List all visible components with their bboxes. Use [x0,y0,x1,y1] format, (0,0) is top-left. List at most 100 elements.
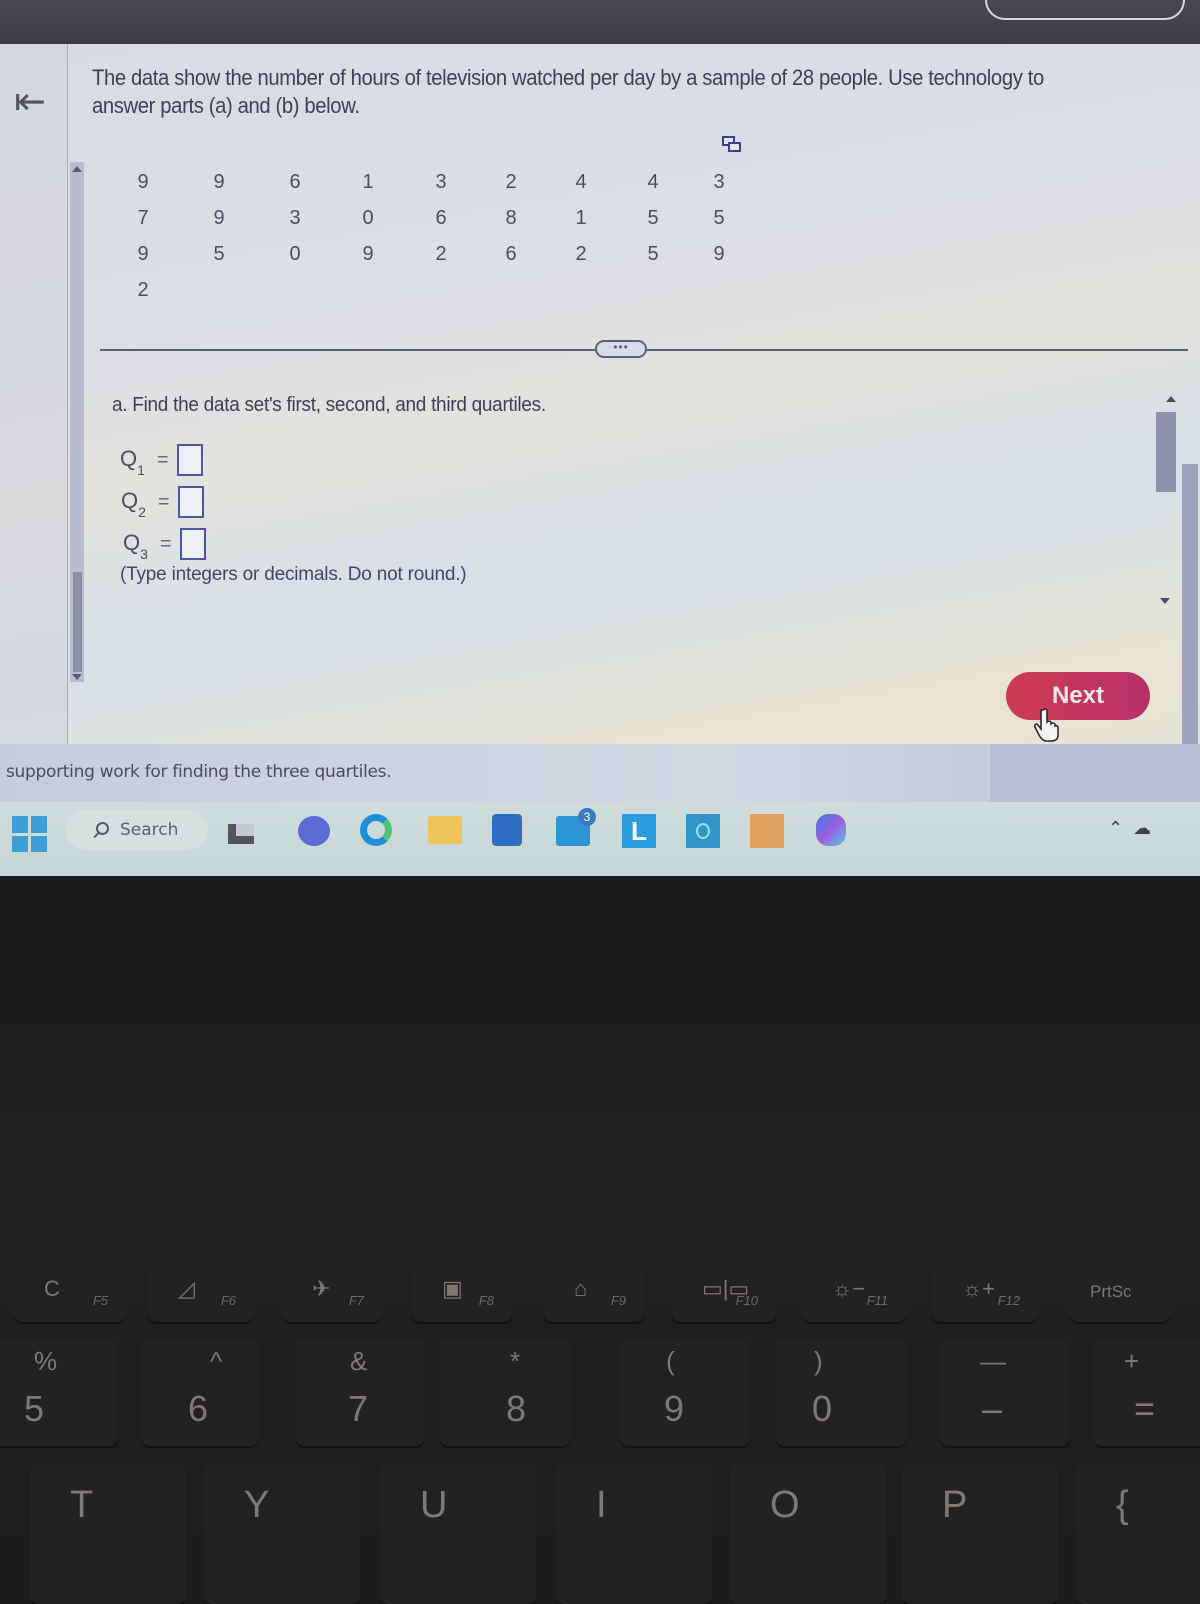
data-cell: 2 [505,171,517,193]
key-equals[interactable]: + = [1094,1338,1200,1446]
scroll-up-icon[interactable] [72,166,82,172]
data-column: 1 0 9 [353,164,383,272]
webcam-cover [985,0,1185,20]
key-f12[interactable]: ☼+ F12 [932,1268,1038,1322]
q3-label: Q3 [123,529,148,563]
scroll-thumb[interactable] [1156,412,1176,492]
data-cell: 5 [647,243,659,265]
folder-icon[interactable] [428,816,462,844]
key-f5[interactable]: C F5 [14,1268,126,1322]
task-view-icon[interactable] [228,824,254,844]
data-cell: 9 [213,207,225,229]
key-7[interactable]: & 7 [296,1338,424,1446]
data-cell: 1 [362,171,374,193]
key-f8[interactable]: ▣ F8 [412,1268,512,1322]
data-cell: 3 [435,171,447,193]
key-u[interactable]: U [380,1464,536,1604]
page-scrollbar[interactable] [1182,464,1198,762]
question-scrollbar[interactable] [70,162,84,682]
key-0[interactable]: ) 0 [776,1338,906,1446]
key-f6[interactable]: ◿ F6 [148,1268,254,1322]
next-button[interactable]: Next [1006,672,1150,720]
system-tray: ⌃ ☁ [1108,818,1151,839]
laptop-keyboard: C F5 ◿ F6 ✈ F7 ▣ F8 ⌂ F9 ▭|▭ F10 ☼− F11 … [0,876,1200,1604]
scroll-thumb[interactable] [73,572,82,672]
equals-sign: = [159,532,172,555]
back-to-start-icon[interactable]: ⇤ [8,82,52,122]
data-cell: 7 [137,207,149,229]
q1-label: Q1 [120,445,145,479]
mail-icon[interactable]: 3 [556,808,596,846]
q2-input[interactable] [177,486,204,518]
search-icon [96,822,109,835]
data-column: 4 5 5 [638,164,668,272]
data-cell: 2 [575,243,587,265]
data-cell: 4 [575,171,587,193]
left-rail: ⇤ [0,44,68,744]
mail-badge: 3 [578,808,596,826]
scroll-down-icon[interactable] [72,674,82,680]
more-button[interactable]: ••• [595,340,647,358]
scroll-down-icon[interactable] [1160,598,1170,604]
store-icon[interactable] [492,814,522,846]
data-cell: 6 [505,243,517,265]
equals-sign: = [157,490,170,513]
data-cell: 6 [435,207,447,229]
chevron-up-icon[interactable]: ⌃ [1108,818,1123,839]
taskbar-search[interactable]: Search [66,810,208,850]
data-column: 9 9 5 [204,164,234,272]
q3-input[interactable] [179,528,206,560]
key-f9[interactable]: ⌂ F9 [544,1268,644,1322]
data-cell: 9 [362,243,374,265]
key-6[interactable]: ^ 6 [142,1338,258,1446]
data-cell: 5 [713,207,725,229]
data-cell: 9 [137,171,149,193]
part-a-prompt: a. Find the data set's first, second, an… [112,394,546,416]
data-cell: 9 [137,243,149,265]
data-column: 3 6 2 [426,164,456,272]
key-p[interactable]: P [902,1464,1058,1604]
start-icon[interactable] [12,816,48,852]
copy-data-icon[interactable] [722,136,742,154]
data-cell: 6 [289,171,301,193]
key-minus[interactable]: — – [940,1338,1070,1446]
l-app-icon[interactable]: L [622,814,656,848]
key-5[interactable]: % 5 [0,1338,118,1446]
screen-bezel [0,0,1200,44]
data-cell: 1 [575,207,587,229]
key-y[interactable]: Y [204,1464,360,1604]
edge-icon[interactable] [360,814,392,846]
scroll-up-icon[interactable] [1166,396,1176,402]
copilot-icon[interactable] [816,814,846,846]
key-bracket[interactable]: { [1076,1464,1200,1604]
cloud-icon[interactable]: ☁ [1133,818,1151,839]
data-cell: 3 [289,207,301,229]
data-column: 4 1 2 [566,164,596,272]
key-o[interactable]: O [730,1464,886,1604]
key-i[interactable]: I [556,1464,712,1604]
panel-scrollbar[interactable] [1150,384,1180,744]
key-8[interactable]: * 8 [440,1338,570,1446]
key-f7[interactable]: ✈ F7 [282,1268,382,1322]
answer-hint: (Type integers or decimals. Do not round… [120,564,467,585]
data-cell: 2 [137,279,149,301]
key-9[interactable]: ( 9 [620,1338,750,1446]
equals-sign: = [156,448,169,471]
q1-input[interactable] [176,444,203,476]
data-cell: 4 [647,171,659,193]
data-cell: 5 [647,207,659,229]
key-prtsc[interactable]: PrtSc [1070,1268,1170,1322]
key-f10[interactable]: ▭|▭ F10 [672,1268,776,1322]
data-cell: 8 [505,207,517,229]
key-f11[interactable]: ☼− F11 [802,1268,906,1322]
data-cell: 3 [713,171,725,193]
data-cell: 9 [713,243,725,265]
q2-label: Q2 [121,487,146,521]
meet-icon[interactable] [298,816,330,846]
data-column: 9 7 9 2 [128,164,158,308]
alexa-icon[interactable] [686,814,720,848]
supporting-work-text: supporting work for finding the three qu… [6,762,392,782]
key-t[interactable]: T [30,1464,186,1604]
data-cell: 9 [213,171,225,193]
photo-app-icon[interactable] [750,814,784,848]
